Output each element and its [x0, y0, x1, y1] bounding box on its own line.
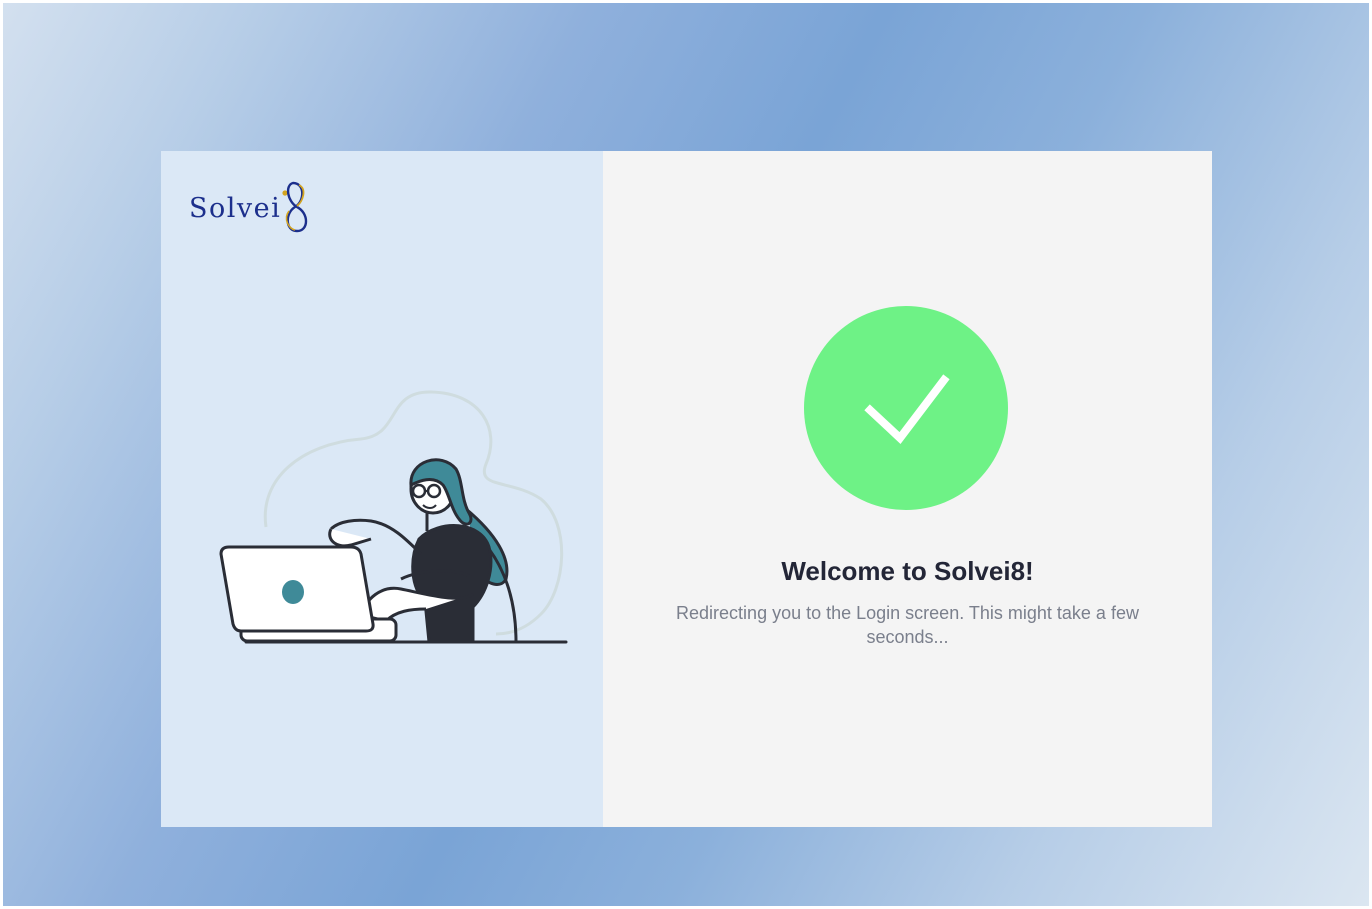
person-at-laptop-illustration [219, 390, 568, 644]
redirect-message: Redirecting you to the Login screen. Thi… [676, 603, 1139, 647]
logo-wordmark: Solvei [189, 192, 282, 224]
welcome-title: Welcome to Solvei8! [781, 556, 1034, 586]
logo-eight-mark-icon [279, 179, 311, 237]
illustration-panel: Solvei [161, 151, 603, 827]
solvei8-logo: Solvei [189, 179, 311, 237]
